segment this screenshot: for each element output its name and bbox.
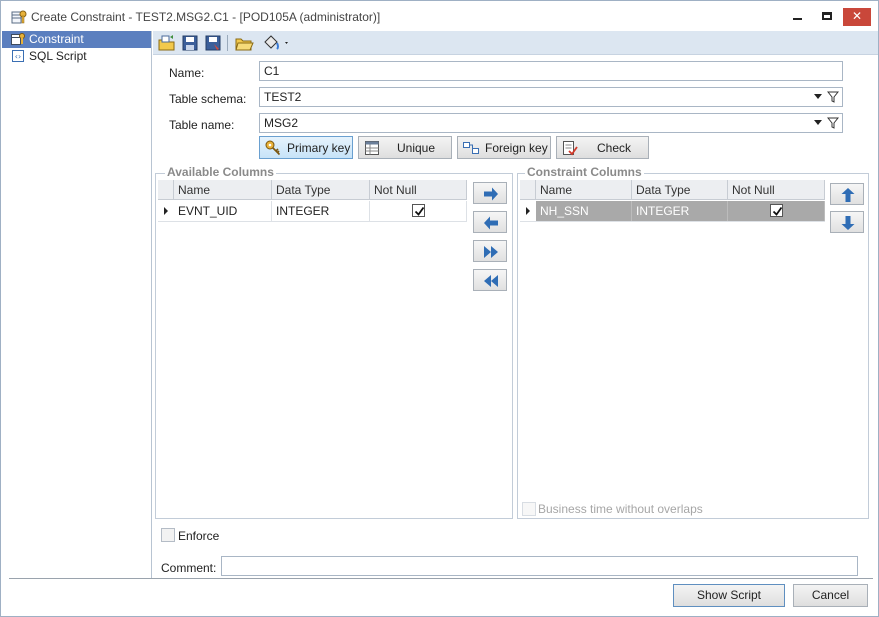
add-column-button[interactable] (473, 182, 507, 204)
cancel-button[interactable]: Cancel (793, 584, 868, 607)
foreign-key-label: Foreign key (485, 141, 548, 155)
unique-button[interactable]: Unique (358, 136, 452, 159)
sidebar: Constraint ‹› SQL Script (2, 31, 152, 578)
check-label: Check (597, 141, 632, 155)
paint-bucket-icon[interactable] (261, 34, 291, 52)
business-time-label: Business time without overlaps (538, 502, 703, 516)
not-null-cell (728, 201, 825, 221)
check-button[interactable]: Check (556, 136, 649, 159)
add-all-columns-button[interactable] (473, 240, 507, 262)
unique-label: Unique (397, 141, 436, 155)
close-button[interactable]: ✕ (843, 8, 871, 26)
header-data-type[interactable]: Data Type (272, 180, 370, 200)
business-time-checkbox[interactable] (522, 502, 536, 516)
move-down-button[interactable] (830, 211, 864, 233)
table-row[interactable]: EVNT_UID INTEGER (158, 201, 467, 222)
minimize-button[interactable] (784, 8, 810, 26)
save-icon[interactable] (180, 34, 200, 52)
available-columns-header: Name Data Type Not Null (158, 180, 467, 200)
constraint-icon (11, 32, 25, 46)
constraint-app-icon (11, 9, 27, 25)
header-indicator (520, 180, 536, 200)
minimize-icon (792, 18, 802, 20)
comment-field[interactable] (221, 556, 858, 576)
table-schema-label: Table schema: (169, 92, 247, 106)
available-columns-panel: Name Data Type Not Null EVNT_UID INTEGER (155, 173, 513, 519)
create-constraint-window: Create Constraint - TEST2.MSG2.C1 - [POD… (0, 0, 879, 617)
arrow-up-icon (841, 188, 855, 202)
enforce-checkbox[interactable] (161, 528, 175, 542)
footer-divider (9, 578, 873, 579)
table-schema-combo[interactable]: TEST2 (259, 87, 843, 107)
table-name-combo[interactable]: MSG2 (259, 113, 843, 133)
chevron-down-icon[interactable] (814, 94, 822, 99)
sql-script-icon: ‹› (11, 49, 25, 63)
close-icon: ✕ (851, 9, 863, 23)
data-type-cell: INTEGER (272, 201, 370, 221)
available-columns-title: Available Columns (165, 165, 276, 179)
sidebar-item-sql-script[interactable]: ‹› SQL Script (2, 48, 151, 65)
table-name-value: MSG2 (264, 116, 299, 130)
sidebar-item-label: Constraint (29, 32, 84, 46)
toolbar (153, 31, 878, 55)
title-bar: Create Constraint - TEST2.MSG2.C1 - [POD… (1, 1, 878, 31)
double-arrow-right-icon (484, 246, 498, 258)
remove-column-button[interactable] (473, 211, 507, 233)
arrow-right-icon (484, 187, 498, 201)
row-pointer-icon (520, 201, 536, 221)
enforce-label: Enforce (178, 529, 220, 543)
open-folder-icon[interactable] (157, 34, 177, 52)
sidebar-item-constraint[interactable]: Constraint (2, 31, 151, 48)
maximize-button[interactable] (814, 8, 840, 26)
filter-icon[interactable] (826, 91, 840, 103)
foreign-key-icon (463, 140, 479, 156)
chevron-down-icon[interactable] (814, 120, 822, 125)
header-not-null[interactable]: Not Null (370, 180, 467, 200)
name-label: Name: (169, 66, 205, 80)
unique-table-icon (364, 140, 380, 156)
constraint-columns-title: Constraint Columns (525, 165, 644, 179)
svg-text:‹›: ‹› (15, 52, 21, 61)
foreign-key-button[interactable]: Foreign key (457, 136, 551, 159)
not-null-checkbox[interactable] (770, 204, 783, 217)
show-script-button[interactable]: Show Script (673, 584, 785, 607)
header-name[interactable]: Name (174, 180, 272, 200)
header-name[interactable]: Name (536, 180, 632, 200)
column-name-cell: NH_SSN (536, 201, 632, 221)
constraint-columns-panel: Name Data Type Not Null NH_SSN INTEGER B… (517, 173, 869, 519)
name-field[interactable]: C1 (259, 61, 843, 81)
save-as-icon[interactable] (203, 34, 223, 52)
comment-label: Comment: (161, 561, 217, 575)
arrow-down-icon (841, 216, 855, 230)
data-type-cell: INTEGER (632, 201, 728, 221)
not-null-cell (370, 201, 467, 221)
check-constraint-icon (562, 140, 578, 156)
arrow-left-icon (484, 216, 498, 230)
table-row[interactable]: NH_SSN INTEGER (520, 201, 825, 222)
constraint-columns-header: Name Data Type Not Null (520, 180, 825, 200)
table-schema-value: TEST2 (264, 90, 302, 104)
window-title: Create Constraint - TEST2.MSG2.C1 - [POD… (31, 10, 381, 24)
move-up-button[interactable] (830, 183, 864, 205)
table-name-label: Table name: (169, 118, 235, 132)
sidebar-item-label: SQL Script (29, 49, 87, 63)
maximize-icon (822, 12, 832, 20)
key-icon (265, 140, 281, 156)
toolbar-separator (227, 35, 228, 51)
remove-all-columns-button[interactable] (473, 269, 507, 291)
primary-key-label: Primary key (287, 141, 351, 155)
browse-folder-icon[interactable] (234, 34, 254, 52)
column-name-cell: EVNT_UID (174, 201, 272, 221)
header-not-null[interactable]: Not Null (728, 180, 825, 200)
header-indicator (158, 180, 174, 200)
double-arrow-left-icon (484, 275, 498, 287)
header-data-type[interactable]: Data Type (632, 180, 728, 200)
row-pointer-icon (158, 201, 174, 221)
filter-icon[interactable] (826, 117, 840, 129)
not-null-checkbox[interactable] (412, 204, 425, 217)
primary-key-button[interactable]: Primary key (259, 136, 353, 159)
